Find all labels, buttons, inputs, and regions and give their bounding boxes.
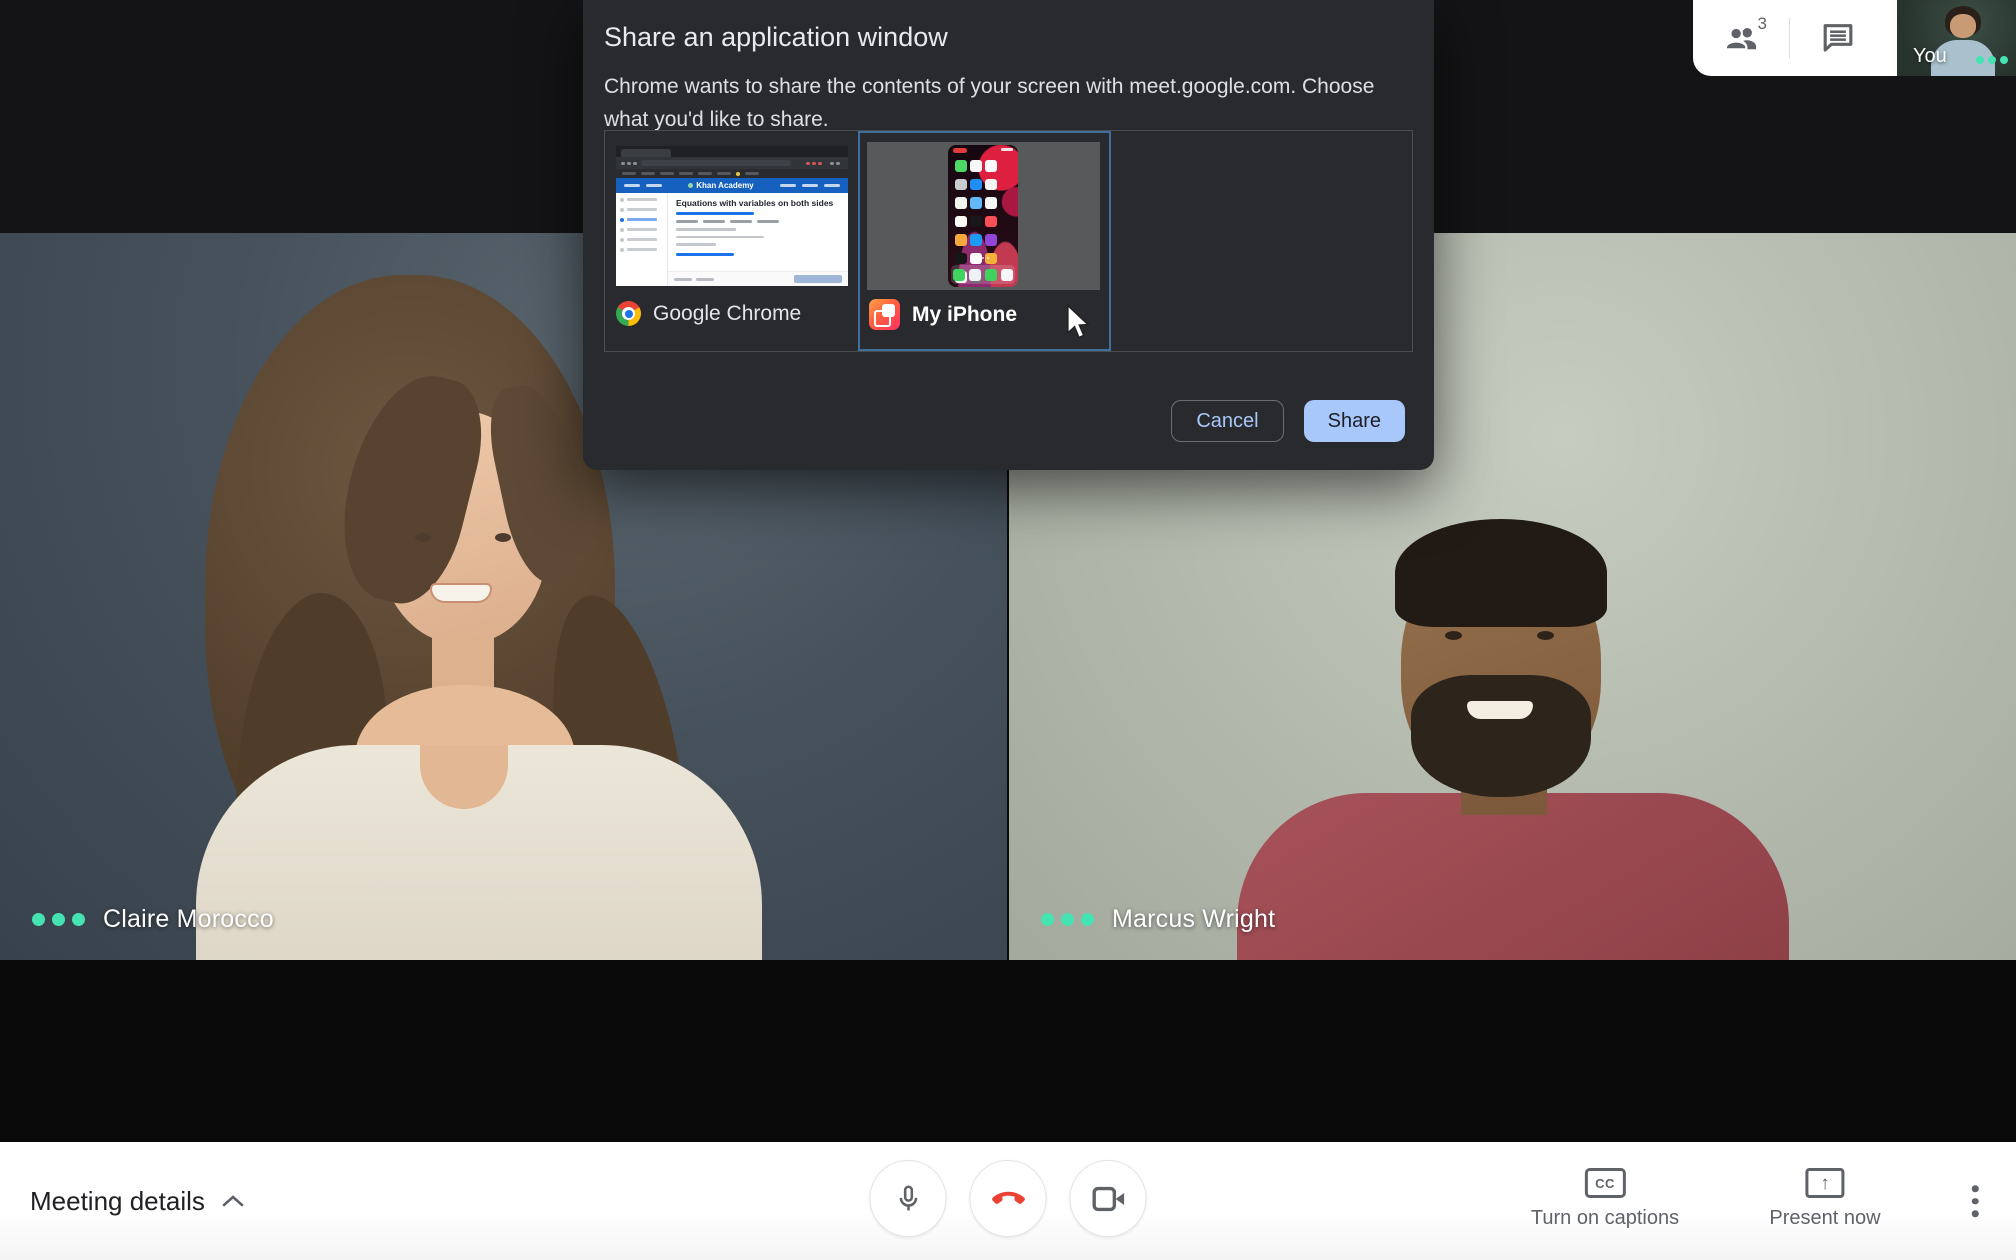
microphone-button[interactable] <box>870 1160 947 1237</box>
google-meet-screen: Claire Morocco Marcus Wright 3 <box>0 0 2016 1260</box>
kebab-dot <box>1972 1198 1979 1205</box>
speaking-indicator-dots <box>1041 913 1094 926</box>
marcus-eye <box>1537 631 1554 640</box>
camera-icon <box>1091 1186 1125 1212</box>
speaking-indicator-dots <box>1976 56 2008 64</box>
chevron-up-icon <box>221 1194 245 1208</box>
marcus-smile <box>1467 701 1533 719</box>
present-icon: ↑ <box>1805 1168 1844 1198</box>
call-controls <box>870 1160 1147 1237</box>
participants-button[interactable]: 3 <box>1693 0 1789 76</box>
participant-name-tag: Claire Morocco <box>32 905 274 934</box>
share-option-label: My iPhone <box>912 303 1017 327</box>
hang-up-icon <box>990 1190 1026 1208</box>
status-bar <box>1001 148 1013 151</box>
meeting-details-label: Meeting details <box>30 1186 205 1217</box>
recording-pill <box>953 148 967 153</box>
claire-eye <box>415 533 431 542</box>
share-option-empty-cell <box>1111 131 1412 351</box>
share-screen-dialog: Share an application window Chrome wants… <box>583 0 1434 470</box>
self-view-label: You <box>1913 45 1947 68</box>
present-label: Present now <box>1769 1207 1880 1230</box>
claire-smile <box>432 585 490 601</box>
participant-name: Claire Morocco <box>103 905 274 934</box>
end-call-button[interactable] <box>970 1160 1047 1237</box>
captions-label: Turn on captions <box>1531 1207 1679 1230</box>
iphone-window-thumbnail <box>867 142 1100 290</box>
meeting-details-button[interactable]: Meeting details <box>30 1142 245 1260</box>
captions-icon: CC <box>1584 1168 1625 1198</box>
chrome-window-thumbnail: Khan Academy Equations with varia <box>616 146 848 286</box>
participant-name-tag: Marcus Wright <box>1041 905 1275 934</box>
dialog-title: Share an application window <box>604 22 948 53</box>
dialog-actions: Cancel Share <box>1171 400 1405 442</box>
google-chrome-icon <box>616 301 641 326</box>
screen-mirroring-icon <box>869 299 900 330</box>
kebab-dot <box>1972 1185 1979 1192</box>
participant-count: 3 <box>1758 14 1767 34</box>
home-page-dots <box>948 257 1018 259</box>
self-face <box>1950 14 1976 38</box>
marcus-shirt <box>1237 793 1789 960</box>
marcus-hair <box>1395 519 1607 627</box>
camera-button[interactable] <box>1070 1160 1147 1237</box>
marcus-beard <box>1411 675 1591 797</box>
khan-academy-brand: Khan Academy <box>688 181 754 190</box>
mouse-cursor <box>1065 304 1091 340</box>
dialog-description: Chrome wants to share the contents of yo… <box>604 70 1410 136</box>
share-button[interactable]: Share <box>1304 400 1405 442</box>
chat-icon <box>1821 23 1855 53</box>
claire-eye <box>495 533 511 542</box>
participant-name: Marcus Wright <box>1112 905 1275 934</box>
self-view-tile[interactable]: You <box>1897 0 2016 76</box>
iphone-dock <box>951 265 1015 284</box>
cancel-button[interactable]: Cancel <box>1171 400 1283 442</box>
present-now-button[interactable]: ↑ Present now <box>1769 1168 1880 1230</box>
share-source-list: Khan Academy Equations with varia <box>604 130 1413 352</box>
chat-button[interactable] <box>1790 0 1886 76</box>
marcus-eye <box>1445 631 1462 640</box>
iphone-screen <box>948 145 1018 287</box>
kebab-dot <box>1972 1210 1979 1217</box>
more-options-button[interactable] <box>1964 1177 1987 1225</box>
microphone-icon <box>892 1183 924 1215</box>
meeting-bottom-bar: Meeting details <box>0 1142 2016 1260</box>
share-option-google-chrome[interactable]: Khan Academy Equations with varia <box>605 131 858 351</box>
turn-on-captions-button[interactable]: CC Turn on captions <box>1531 1168 1679 1230</box>
page-title-mini: Equations with variables on both sides <box>676 199 840 208</box>
people-icon <box>1723 24 1759 52</box>
speaking-indicator-dots <box>32 913 85 926</box>
meeting-side-panel: 3 <box>1693 0 1897 76</box>
share-option-label: Google Chrome <box>653 302 801 326</box>
